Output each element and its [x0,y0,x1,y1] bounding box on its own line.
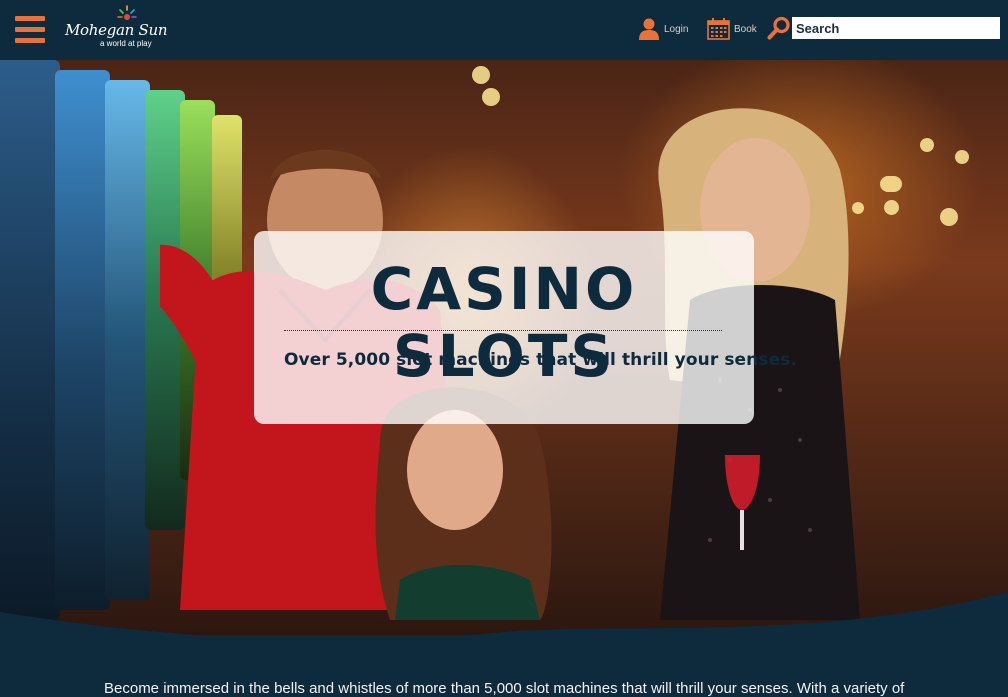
magnifier-icon[interactable] [767,16,791,40]
site-header: Mohegan Sun a world at play Login Book [0,0,1008,60]
divider [284,330,722,331]
logo[interactable]: Mohegan Sun a world at play [62,4,168,52]
search-input[interactable] [792,17,1000,39]
login-label: Login [664,23,689,35]
calendar-icon [707,18,730,40]
hamburger-menu-icon[interactable] [15,16,45,43]
user-icon [639,18,659,40]
hero-subtitle: Over 5,000 slot machines that will thril… [284,350,797,370]
sun-emblem-icon [117,5,137,20]
login-link[interactable]: Login [638,16,688,42]
logo-brand: Mohegan Sun [65,21,168,39]
intro-paragraph: Become immersed in the bells and whistle… [104,680,905,697]
book-label: Book [734,23,757,35]
book-link[interactable]: Book [707,16,757,42]
hero-text-panel: CASINO SLOTS Over 5,000 slot machines th… [254,231,797,424]
hero-bottom-curve [0,592,1008,635]
hero-banner: CASINO SLOTS Over 5,000 slot machines th… [0,60,1008,635]
logo-tagline: a world at play [100,39,152,48]
